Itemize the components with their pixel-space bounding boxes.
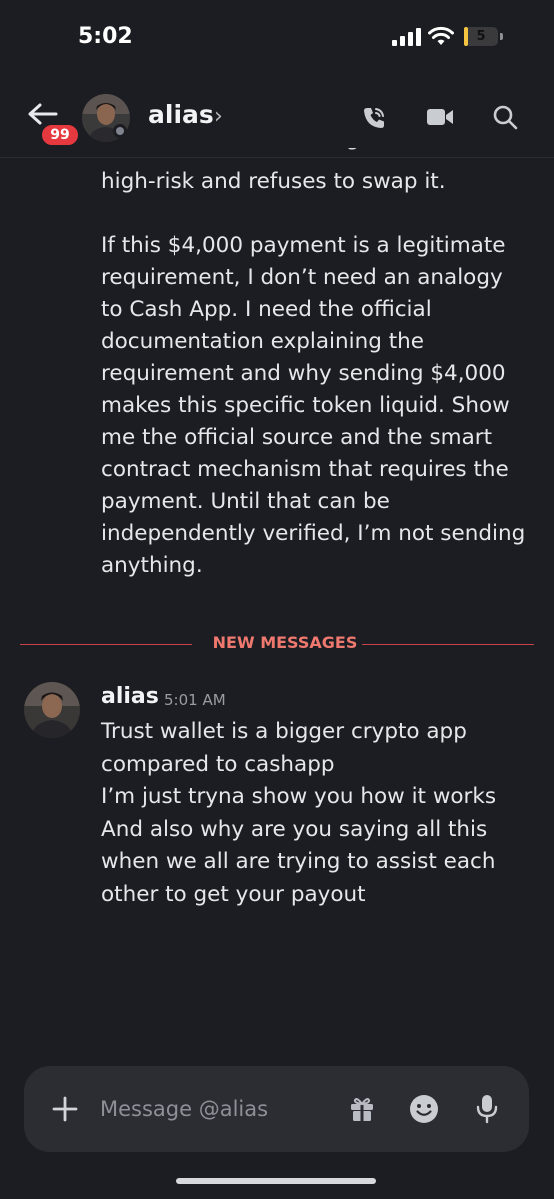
home-indicator[interactable] bbox=[176, 1178, 376, 1184]
emoji-icon[interactable] bbox=[409, 1094, 439, 1124]
message-line: Trust wallet is a bigger crypto app bbox=[101, 719, 467, 744]
message-line: And also why are you saying all this bbox=[101, 816, 488, 842]
message-line: compared to cashapp bbox=[101, 751, 335, 777]
divider-line bbox=[20, 644, 192, 645]
message-author[interactable]: alias bbox=[101, 684, 159, 709]
wifi-icon bbox=[428, 26, 454, 45]
message-composer bbox=[24, 1066, 529, 1152]
unread-badge: 99 bbox=[40, 123, 80, 147]
battery-level: 5 bbox=[476, 29, 486, 44]
plus-icon[interactable] bbox=[51, 1095, 79, 1123]
message-line: when we all are trying to assist each bbox=[101, 849, 496, 874]
new-messages-label: NEW MESSAGES bbox=[212, 633, 358, 652]
message-line: other to get your payout bbox=[101, 881, 366, 907]
message-input[interactable] bbox=[100, 1093, 330, 1125]
message-text: high-risk and refuses to swap it. bbox=[101, 169, 446, 194]
message-line: I’m just tryna show you how it works bbox=[101, 784, 497, 809]
signal-icon bbox=[392, 28, 421, 46]
search-icon[interactable] bbox=[492, 104, 518, 130]
phone-call-icon[interactable] bbox=[361, 105, 387, 131]
battery-nub bbox=[500, 33, 503, 40]
video-camera-icon[interactable] bbox=[426, 107, 454, 127]
microphone-icon[interactable] bbox=[476, 1094, 498, 1124]
status-time: 5:02 bbox=[78, 24, 133, 49]
chevron-right-icon[interactable]: › bbox=[214, 104, 223, 129]
new-messages-divider: NEW MESSAGES bbox=[20, 632, 534, 658]
message-timestamp: 5:01 AM bbox=[164, 691, 226, 709]
avatar-image bbox=[24, 682, 80, 738]
message-avatar[interactable] bbox=[24, 682, 80, 738]
channel-name[interactable]: alias bbox=[148, 100, 214, 129]
message-body: Trust wallet is a bigger crypto app comp… bbox=[101, 716, 541, 911]
chat-header: 99 alias › bbox=[0, 78, 554, 158]
offline-status-icon bbox=[113, 124, 127, 138]
clipped-text-line: g bbox=[101, 148, 531, 158]
divider-line bbox=[362, 644, 534, 645]
battery-icon: 5 bbox=[464, 27, 498, 46]
message-text: If this $4,000 payment is a legitimate r… bbox=[101, 233, 526, 578]
status-bar: 5:02 5 bbox=[0, 0, 554, 78]
gift-icon[interactable] bbox=[349, 1096, 375, 1122]
